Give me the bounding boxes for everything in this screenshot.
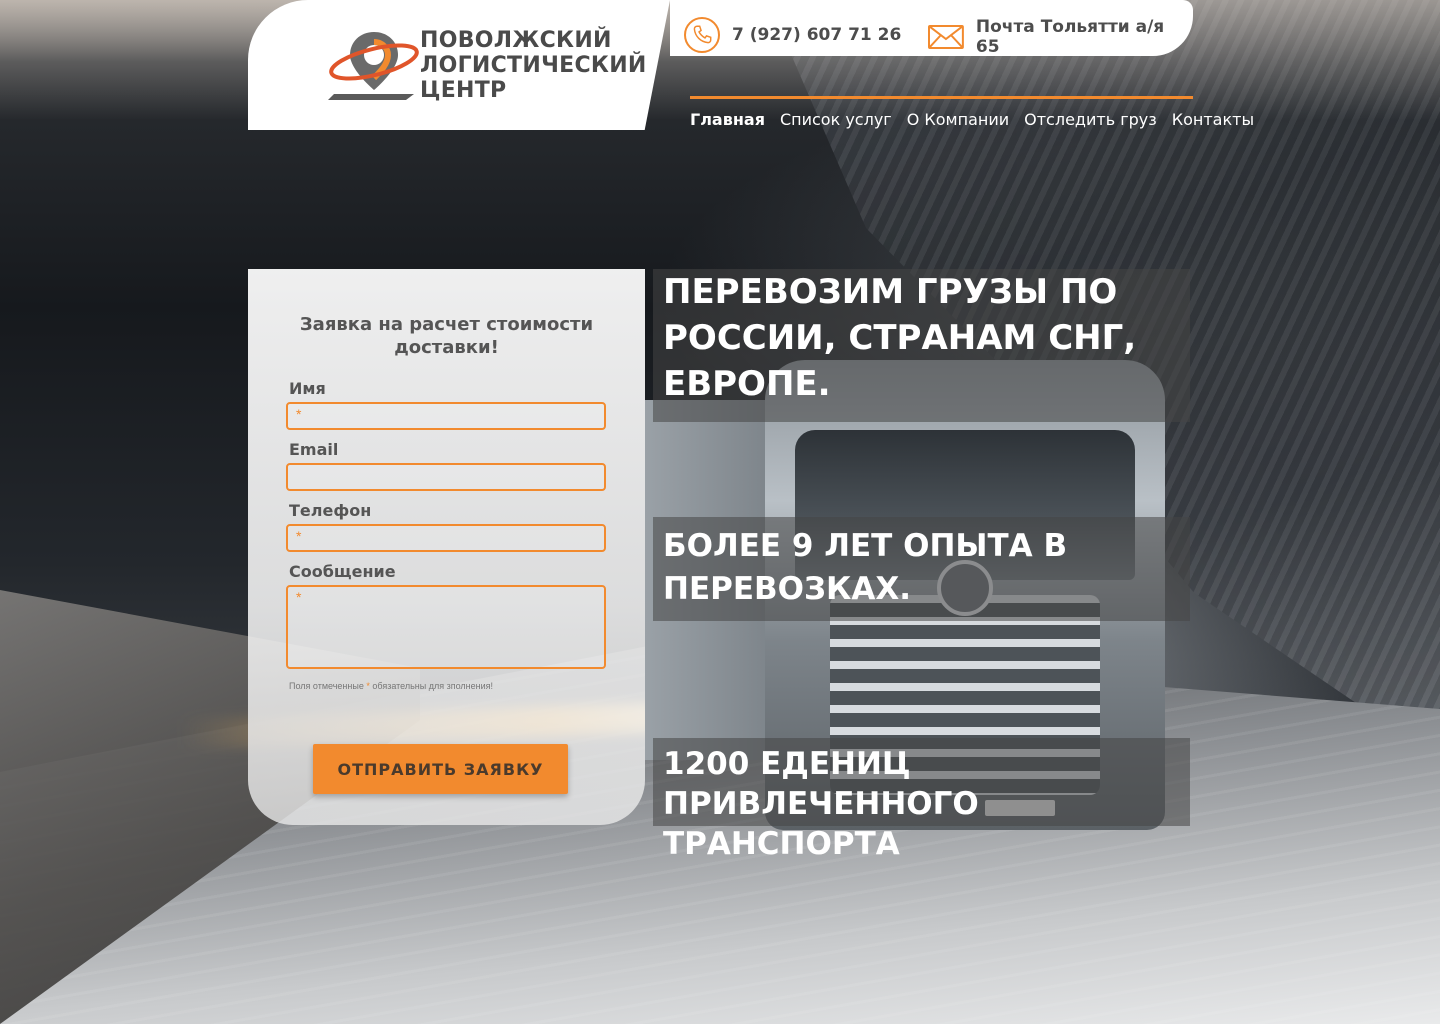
- email-input[interactable]: [286, 463, 606, 491]
- note-text-after: обязательны для зполнения!: [369, 681, 494, 691]
- hero-caption-3: 1200 едениц привлеченного транспорта: [653, 738, 1190, 862]
- hero-background: [0, 0, 1440, 1024]
- form-title: Заявка на расчет стоимости доставки!: [299, 314, 594, 358]
- hero-caption-2: Более 9 лет опыта в перевозках.: [653, 517, 1190, 621]
- name-input[interactable]: *: [286, 402, 606, 430]
- location-pin-orbit-logo-icon: [328, 32, 419, 100]
- phone-label: Телефон: [289, 501, 372, 520]
- brand-line-1: ПОВОЛЖСКИЙ: [420, 28, 612, 53]
- name-label: Имя: [289, 379, 326, 398]
- nav-item-tracking[interactable]: Отследить груз: [1024, 110, 1157, 129]
- main-nav: Главная Список услуг О Компании Отследит…: [690, 110, 1254, 129]
- message-label: Сообщение: [289, 562, 396, 581]
- note-text-before: Поля отмеченные: [289, 681, 367, 691]
- mail-address: Почта Тольятти а/я 65: [975, 17, 1165, 57]
- phone-number: 7 (927) 607 71 26: [732, 25, 902, 45]
- required-mark: *: [296, 406, 302, 422]
- message-textarea[interactable]: *: [286, 585, 606, 669]
- brand-name: ПОВОЛЖСКИЙ ЛОГИСТИЧЕСКИЙ ЦЕНТР: [420, 28, 647, 103]
- email-label: Email: [289, 440, 339, 459]
- required-mark: *: [296, 528, 302, 544]
- mail-contact[interactable]: Почта Тольятти а/я 65: [928, 17, 1193, 57]
- nav-item-contacts[interactable]: Контакты: [1172, 110, 1254, 129]
- brand-line-2: ЛОГИСТИЧЕСКИЙ: [420, 53, 647, 78]
- envelope-icon: [928, 25, 964, 49]
- phone-input[interactable]: *: [286, 524, 606, 552]
- nav-item-about[interactable]: О Компании: [907, 110, 1009, 129]
- phone-contact[interactable]: 7 (927) 607 71 26: [684, 17, 901, 53]
- nav-item-services[interactable]: Список услуг: [780, 110, 892, 129]
- nav-divider: [690, 96, 1193, 99]
- hero-caption-1: Перевозим грузы по России, странам СНГ, …: [653, 269, 1190, 422]
- required-mark: *: [296, 589, 302, 605]
- nav-item-home[interactable]: Главная: [690, 110, 765, 129]
- contact-bar: 7 (927) 607 71 26 Почта Тольятти а/я 65: [670, 0, 1193, 57]
- required-note: Поля отмеченные * обязательны для зполне…: [289, 681, 493, 691]
- submit-button[interactable]: ОТПРАВИТЬ ЗАЯВКУ: [313, 744, 568, 794]
- request-form: Заявка на расчет стоимости доставки! Имя…: [248, 269, 645, 825]
- logo-block[interactable]: ПОВОЛЖСКИЙ ЛОГИСТИЧЕСКИЙ ЦЕНТР: [248, 0, 670, 130]
- brand-line-3: ЦЕНТР: [420, 78, 507, 103]
- phone-icon: [684, 17, 720, 53]
